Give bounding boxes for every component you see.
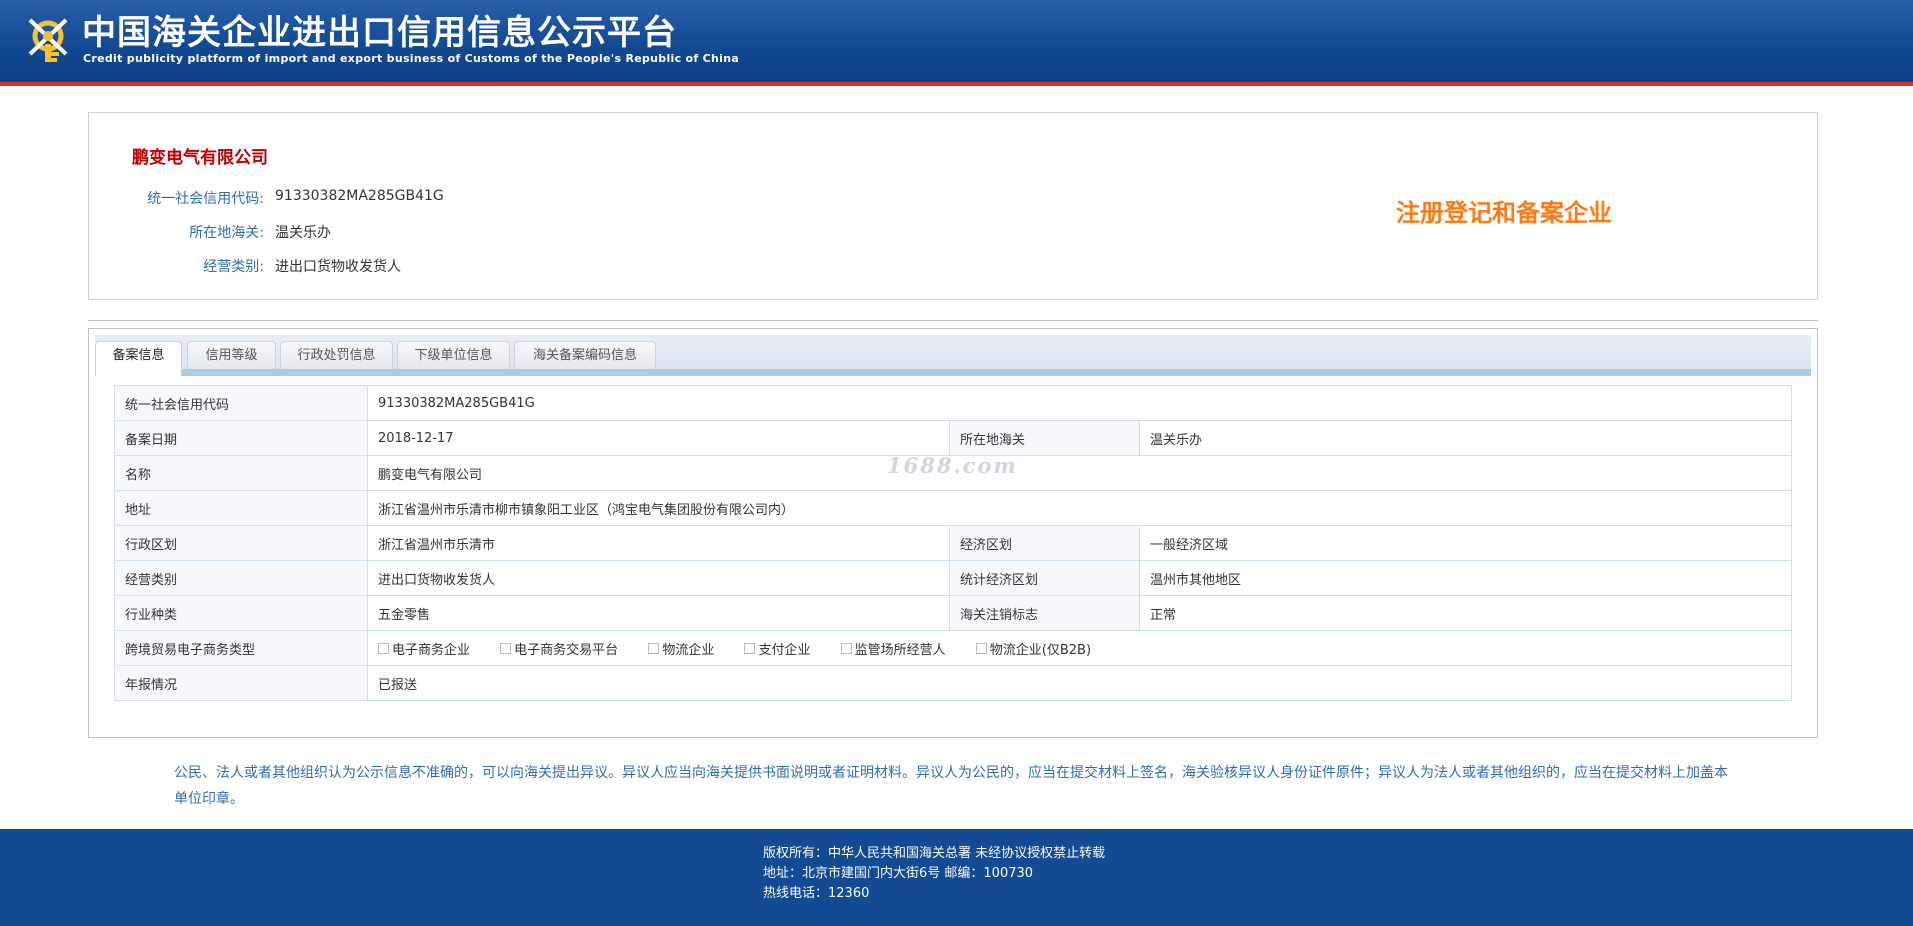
tab-customs-code-info[interactable]: 海关备案编码信息 [514,341,656,369]
cell-value-credit-code: 91330382MA285GB41G [367,385,1792,421]
cell-value-industry: 五金零售 [367,595,950,631]
cell-value-cancel-flag: 正常 [1139,595,1792,631]
table-row: 地址 浙江省温州市乐清市柳市镇象阳工业区（鸿宝电气集团股份有限公司内） [114,490,1792,526]
customs-key-emblem-icon [24,14,72,64]
cell-label-address: 地址 [114,490,368,526]
summary-value-business-type: 进出口货物收发货人 [275,259,401,275]
cell-label-annual-report: 年报情况 [114,665,368,701]
tab-credit-level[interactable]: 信用等级 [187,341,276,369]
summary-value-customs: 温关乐办 [275,225,331,241]
checkbox-supervision-operator[interactable]: 监管场所经营人 [840,639,946,658]
cell-label-stat-zone: 统计经济区划 [949,560,1140,596]
tab-subordinate-units[interactable]: 下级单位信息 [397,341,510,369]
cell-label-cancel-flag: 海关注销标志 [949,595,1140,631]
table-row: 年报情况 已报送 [114,665,1792,701]
cell-value-customs: 温关乐办 [1139,420,1792,456]
summary-label-customs: 所在地海关: [189,225,264,241]
table-row: 跨境贸易电子商务类型 电子商务企业 电子商务交易平台 物流企业 支付企业 监管场… [114,630,1792,666]
site-footer: 版权所有：中华人民共和国海关总署 未经协议授权禁止转载 地址：北京市建国门内大街… [0,829,1913,926]
checkbox-ecommerce-platform[interactable]: 电子商务交易平台 [500,639,618,658]
cell-value-name: 鹏变电气有限公司 [367,455,1792,491]
watermark: 1688.com [887,453,1018,478]
tabs-bar: 备案信息 信用等级 行政处罚信息 下级单位信息 海关备案编码信息 [95,335,1811,376]
checkbox-ecommerce-enterprise[interactable]: 电子商务企业 [378,639,470,658]
site-subtitle: Credit publicity platform of import and … [83,52,740,65]
section-divider [88,320,1818,321]
cell-value-record-date: 2018-12-17 [367,420,950,456]
summary-row-credit-code: 统一社会信用代码: 91330382MA285GB41G [89,188,789,210]
cell-value-annual-report: 已报送 [367,665,1792,701]
table-row: 备案日期 2018-12-17 所在地海关 温关乐办 [114,420,1792,456]
checkbox-logistics-b2b[interactable]: 物流企业(仅B2B) [975,639,1091,658]
site-header: 中国海关企业进出口信用信息公示平台 Credit publicity platf… [0,0,1913,86]
registration-stamp: 注册登记和备案企业 [1396,199,1612,227]
cell-value-address: 浙江省温州市乐清市柳市镇象阳工业区（鸿宝电气集团股份有限公司内） [367,490,1792,526]
footer-copyright: 版权所有：中华人民共和国海关总署 未经协议授权禁止转载 [763,846,1106,861]
cell-label-econ-zone: 经济区划 [949,525,1140,561]
footer-hotline: 热线电话：12360 [763,886,870,901]
table-row: 统一社会信用代码 91330382MA285GB41G [114,385,1792,421]
cell-value-region: 浙江省温州市乐清市 [367,525,950,561]
cell-label-customs: 所在地海关 [949,420,1140,456]
tab-record-info[interactable]: 备案信息 [95,341,182,376]
cell-label-ecommerce: 跨境贸易电子商务类型 [114,630,368,666]
cell-label-business-type: 经营类别 [114,560,368,596]
tab-penalty-info[interactable]: 行政处罚信息 [280,341,393,369]
cell-label-name: 名称 [114,455,368,491]
cell-value-ecommerce-options: 电子商务企业 电子商务交易平台 物流企业 支付企业 监管场所经营人 物流企业(仅… [367,630,1792,666]
table-row: 经营类别 进出口货物收发货人 统计经济区划 温州市其他地区 [114,560,1792,596]
checkbox-payment-enterprise[interactable]: 支付企业 [744,639,810,658]
checkbox-logistics-enterprise[interactable]: 物流企业 [648,639,714,658]
objection-notice: 公民、法人或者其他组织认为公示信息不准确的，可以向海关提出异议。异议人应当向海关… [174,765,1728,807]
cell-label-record-date: 备案日期 [114,420,368,456]
cell-value-stat-zone: 温州市其他地区 [1139,560,1792,596]
company-summary-box: 鹏变电气有限公司 统一社会信用代码: 91330382MA285GB41G 所在… [88,112,1818,300]
site-title: 中国海关企业进出口信用信息公示平台 [82,13,677,53]
summary-value-credit-code: 91330382MA285GB41G [275,188,444,204]
details-panel: 备案信息 信用等级 行政处罚信息 下级单位信息 海关备案编码信息 统一社会信用代… [88,328,1818,738]
cell-label-region: 行政区划 [114,525,368,561]
summary-row-customs: 所在地海关: 温关乐办 [89,222,789,244]
cell-value-business-type: 进出口货物收发货人 [367,560,950,596]
company-name: 鹏变电气有限公司 [132,148,268,168]
cell-label-industry: 行业种类 [114,595,368,631]
footer-address: 地址：北京市建国门内大街6号 邮编：100730 [763,866,1034,881]
cell-value-econ-zone: 一般经济区域 [1139,525,1792,561]
summary-label-credit-code: 统一社会信用代码: [147,191,264,207]
summary-label-business-type: 经营类别: [203,259,264,275]
table-row: 行政区划 浙江省温州市乐清市 经济区划 一般经济区域 [114,525,1792,561]
record-info-table: 统一社会信用代码 91330382MA285GB41G 备案日期 2018-12… [114,385,1792,701]
summary-row-business-type: 经营类别: 进出口货物收发货人 [89,256,789,278]
cell-label-credit-code: 统一社会信用代码 [114,385,368,421]
table-row: 行业种类 五金零售 海关注销标志 正常 [114,595,1792,631]
